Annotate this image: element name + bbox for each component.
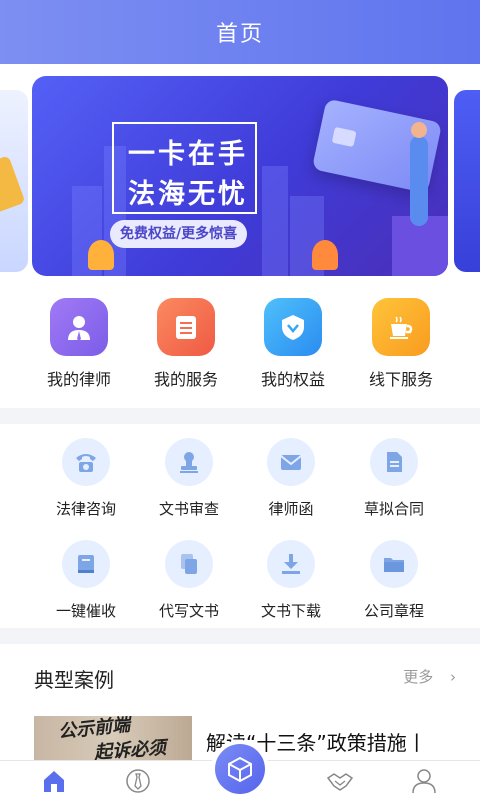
quick-action-my-service[interactable]: 我的服务 — [131, 298, 241, 390]
quick-action-label: 我的律师 — [46, 370, 111, 389]
folder-icon — [370, 540, 418, 588]
service-list-icon — [157, 298, 215, 356]
service-one-click-collection[interactable]: 一键催收 — [31, 540, 141, 621]
service-label: 草拟合同 — [363, 500, 424, 518]
stamp-icon — [165, 438, 213, 486]
tab-cooperation[interactable] — [326, 767, 354, 795]
quick-action-my-rights[interactable]: 我的权益 — [238, 298, 348, 390]
service-document-download[interactable]: 文书下载 — [236, 540, 346, 621]
service-company-charter[interactable]: 公司章程 — [339, 540, 449, 621]
handshake-icon — [326, 773, 354, 791]
banner-prev-slide[interactable] — [0, 90, 28, 272]
lawyer-icon — [50, 298, 108, 356]
more-link[interactable]: 更多 › — [403, 666, 456, 687]
quick-action-label: 我的服务 — [153, 370, 218, 389]
city-building — [262, 166, 288, 276]
banner-slide[interactable]: 一卡在手 法海无忧 免费权益/更多惊喜 — [32, 76, 448, 276]
service-ghostwrite-document[interactable]: 代写文书 — [134, 540, 244, 621]
tie-icon — [126, 769, 150, 793]
section-heading: 典型案例 — [34, 668, 114, 692]
case-thumbnail[interactable]: 公示前端 起诉必须 — [34, 716, 192, 760]
phone-icon — [62, 438, 110, 486]
person-illustration — [410, 122, 428, 226]
top-nav-bar: 首页 — [0, 0, 480, 64]
banner-headline-frame: 一卡在手 法海无忧 — [112, 122, 257, 214]
document-icon — [370, 438, 418, 486]
quick-action-my-lawyer[interactable]: 我的律师 — [24, 298, 134, 390]
plant-decoration — [312, 240, 338, 270]
service-document-review[interactable]: 文书审查 — [134, 438, 244, 519]
page-title: 首页 — [215, 22, 264, 47]
banner-next-slide[interactable] — [454, 90, 480, 272]
cube-icon — [228, 756, 252, 783]
service-label: 法律咨询 — [55, 500, 116, 518]
service-lawyer-letter[interactable]: 律师函 — [236, 438, 346, 519]
service-label: 公司章程 — [363, 602, 424, 620]
service-label: 文书下载 — [260, 602, 321, 620]
download-icon — [267, 540, 315, 588]
chevron-right-icon: › — [450, 668, 456, 686]
home-icon — [44, 771, 64, 792]
quick-actions: 我的律师 我的服务 我的权益 线下服务 — [0, 278, 480, 408]
quick-action-offline-service[interactable]: 线下服务 — [346, 298, 456, 390]
service-label: 文书审查 — [158, 500, 219, 518]
copy-icon — [165, 540, 213, 588]
banner-headline-line1: 一卡在手 — [128, 139, 248, 170]
service-legal-consultation[interactable]: 法律咨询 — [31, 438, 141, 519]
case-thumbnail-text: 起诉必须 — [93, 737, 167, 760]
tab-home[interactable] — [40, 767, 68, 795]
service-label: 代写文书 — [158, 602, 219, 620]
quick-action-label: 线下服务 — [368, 370, 433, 389]
coffee-icon — [372, 298, 430, 356]
book-icon — [62, 540, 110, 588]
tab-lawyer[interactable] — [124, 767, 152, 795]
banner-carousel[interactable]: 一卡在手 法海无忧 免费权益/更多惊喜 — [0, 64, 480, 278]
center-button-face — [215, 744, 265, 794]
services-grid: 法律咨询 文书审查 律师函 草拟合同 一键催收 代写文书 文书下载 公司章程 — [0, 424, 480, 628]
banner-tagline: 免费权益/更多惊喜 — [110, 220, 248, 248]
quick-action-label: 我的权益 — [260, 370, 325, 389]
more-link-label: 更多 — [403, 668, 434, 686]
user-icon — [412, 769, 436, 794]
plant-decoration — [88, 240, 114, 270]
center-action-button[interactable] — [211, 740, 269, 798]
tab-profile[interactable] — [410, 767, 438, 795]
banner-headline-line2: 法海无忧 — [128, 179, 248, 210]
envelope-icon — [267, 438, 315, 486]
service-label: 律师函 — [268, 500, 314, 518]
badge-icon — [264, 298, 322, 356]
service-label: 一键催收 — [55, 602, 116, 620]
service-draft-contract[interactable]: 草拟合同 — [339, 438, 449, 519]
